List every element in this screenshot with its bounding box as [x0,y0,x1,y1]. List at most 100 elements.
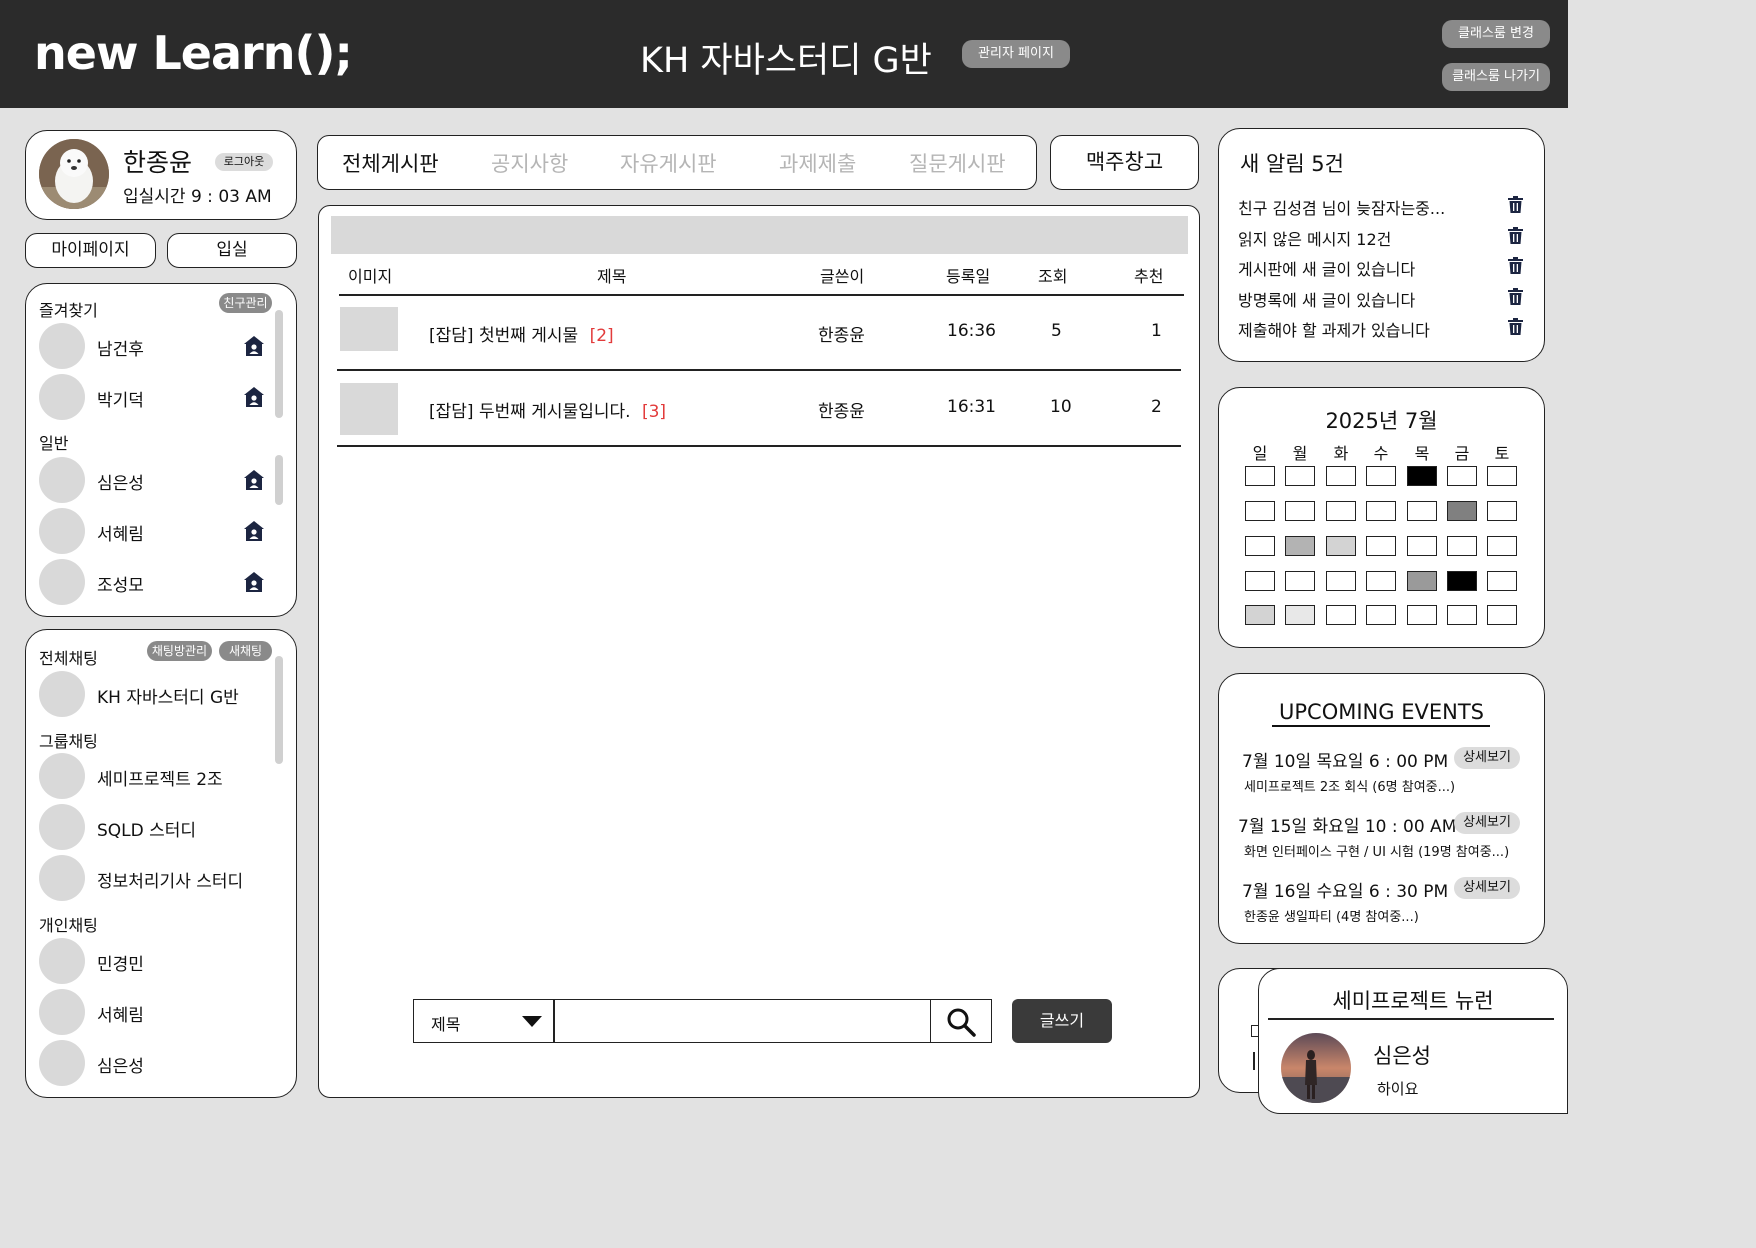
app-logo[interactable]: new Learn(); [34,26,353,80]
calendar-day-cell[interactable] [1487,501,1517,521]
calendar-day-cell[interactable] [1326,466,1356,486]
admin-page-button[interactable]: 관리자 페이지 [962,40,1070,68]
calendar-day-cell[interactable] [1447,466,1477,486]
post-title-text[interactable]: [잡담] 첫번째 게시물 [429,326,578,346]
calendar-day-cell[interactable] [1407,605,1437,625]
calendar-day-cell[interactable] [1487,466,1517,486]
notification-item[interactable]: 제출해야 할 과제가 있습니다 [1238,317,1430,341]
friend-name[interactable]: 심은성 [97,469,144,494]
trash-icon[interactable] [1508,288,1523,305]
chat-room-name[interactable]: 정보처리기사 스터디 [97,867,243,892]
write-button[interactable]: 글쓰기 [1012,999,1112,1043]
tab-notice[interactable]: 공지사항 [491,148,568,178]
trash-icon[interactable] [1508,318,1523,335]
calendar-day-cell[interactable] [1326,571,1356,591]
tab-all-board[interactable]: 전체게시판 [342,148,439,178]
calendar-day-cell[interactable] [1326,501,1356,521]
chat-room-name[interactable]: 심은성 [97,1052,144,1077]
tab-question[interactable]: 질문게시판 [909,148,1006,178]
calendar-day-cell[interactable] [1285,501,1315,521]
post-title-text[interactable]: [잡담] 두번째 게시물입니다. [429,402,631,422]
calendar-day-cell[interactable] [1326,605,1356,625]
chat-room-name[interactable]: SQLD 스터디 [97,816,196,841]
calendar-day-cell[interactable] [1285,605,1315,625]
home-visit-icon[interactable] [243,520,265,542]
friend-manage-button[interactable]: 친구관리 [219,293,272,313]
calendar-day-cell[interactable] [1407,466,1437,486]
trash-icon[interactable] [1508,257,1523,274]
post-author[interactable]: 한종윤 [818,397,865,422]
chat-avatar [39,753,85,799]
post-thumbnail[interactable] [340,383,398,435]
tab-beer-storage[interactable]: 맥주창고 [1050,135,1199,190]
trash-icon[interactable] [1508,196,1523,213]
event-detail-button[interactable]: 상세보기 [1454,747,1520,769]
home-visit-icon[interactable] [243,571,265,593]
chat-room-name[interactable]: 민경민 [97,950,144,975]
favorites-scrollbar[interactable] [275,310,283,418]
calendar-day-cell[interactable] [1366,536,1396,556]
calendar-day-cell[interactable] [1407,501,1437,521]
notification-item[interactable]: 방명록에 새 글이 있습니다 [1238,287,1415,311]
search-input[interactable] [554,999,931,1043]
chat-manage-button[interactable]: 채팅방관리 [147,641,212,661]
col-views: 조회 [1038,267,1068,286]
calendar-day-cell[interactable] [1487,536,1517,556]
calendar-day-cell[interactable] [1447,605,1477,625]
calendar-day-cell[interactable] [1407,536,1437,556]
search-category-select[interactable]: 제목 [413,999,554,1043]
friend-name[interactable]: 서혜림 [97,520,144,545]
home-visit-icon[interactable] [243,469,265,491]
general-scrollbar[interactable] [275,455,283,505]
event-detail-button[interactable]: 상세보기 [1454,877,1520,899]
friend-name[interactable]: 박기덕 [97,386,144,411]
friend-name[interactable]: 남건후 [97,335,144,360]
calendar-day-cell[interactable] [1245,501,1275,521]
home-visit-icon[interactable] [243,386,265,408]
chat-scrollbar[interactable] [275,656,283,764]
calendar-day-cell[interactable] [1285,536,1315,556]
calendar-day-cell[interactable] [1326,536,1356,556]
chat-room-name[interactable]: 서혜림 [97,1001,144,1026]
calendar-day-cell[interactable] [1487,605,1517,625]
post-author[interactable]: 한종윤 [818,321,865,346]
home-visit-icon[interactable] [243,335,265,357]
calendar-day-cell[interactable] [1366,501,1396,521]
enter-button[interactable]: 입실 [167,233,297,268]
calendar-day-cell[interactable] [1245,536,1275,556]
leave-class-button[interactable]: 클래스룸 나가기 [1442,63,1550,91]
notification-item[interactable]: 읽지 않은 메시지 12건 [1238,226,1391,250]
calendar-day-cell[interactable] [1366,605,1396,625]
tab-assignment[interactable]: 과제제출 [779,148,856,178]
notification-item[interactable]: 친구 김성겸 님이 늦잠자는중... [1238,195,1445,219]
calendar-day-cell[interactable] [1285,466,1315,486]
event-detail-button[interactable]: 상세보기 [1454,812,1520,834]
tab-free-board[interactable]: 자유게시판 [620,148,717,178]
calendar-day-cell[interactable] [1366,571,1396,591]
calendar-day-cell[interactable] [1245,605,1275,625]
calendar-day-cell[interactable] [1245,466,1275,486]
search-button[interactable] [930,999,992,1043]
friend-name[interactable]: 조성모 [97,571,144,596]
trash-icon[interactable] [1508,227,1523,244]
mypage-button[interactable]: 마이페이지 [25,233,156,268]
calendar-day-cell[interactable] [1285,571,1315,591]
post-title[interactable]: [잡담] 첫번째 게시물 [2] [429,321,614,346]
calendar-day-cell[interactable] [1366,466,1396,486]
calendar-day-cell[interactable] [1447,536,1477,556]
friend-avatar [39,374,85,420]
calendar-day-cell[interactable] [1407,571,1437,591]
calendar-day-cell[interactable] [1447,501,1477,521]
change-class-button[interactable]: 클래스룸 변경 [1442,20,1550,48]
post-title[interactable]: [잡담] 두번째 게시물입니다. [3] [429,397,666,422]
calendar-day-cell[interactable] [1447,571,1477,591]
post-thumbnail[interactable] [340,307,398,351]
chat-avatar [39,989,85,1035]
new-chat-button[interactable]: 새채팅 [219,641,272,661]
notification-item[interactable]: 게시판에 새 글이 있습니다 [1238,256,1415,280]
calendar-day-cell[interactable] [1487,571,1517,591]
calendar-day-cell[interactable] [1245,571,1275,591]
logout-button[interactable]: 로그아웃 [215,153,273,171]
chat-room-name[interactable]: KH 자바스터디 G반 [97,683,239,708]
chat-room-name[interactable]: 세미프로젝트 2조 [97,765,223,790]
